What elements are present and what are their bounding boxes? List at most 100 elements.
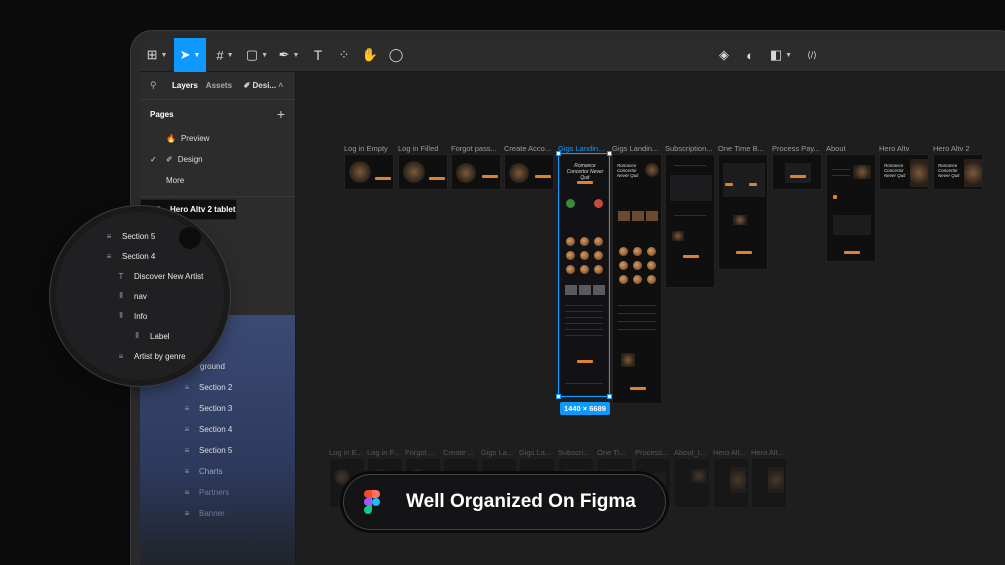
magnified-layer-item[interactable]: T Discover New Artist — [114, 266, 204, 286]
create-component-button[interactable]: ◈ — [712, 38, 736, 72]
layer-item-banner[interactable]: ≡ Banner — [140, 503, 295, 524]
frame-label[interactable]: Forgot pass... — [451, 144, 497, 153]
page-item-design[interactable]: ✓ ✐ Design — [140, 149, 295, 170]
text-icon: T — [118, 271, 124, 281]
layer-item-partners[interactable]: ≡ Partners — [140, 482, 295, 503]
row-thumb — [618, 313, 656, 314]
frame-label[interactable]: Log in E... — [329, 448, 363, 457]
magnified-layer-item[interactable]: ≡ Artist by genre — [114, 346, 186, 366]
page-item-more[interactable]: More — [140, 170, 295, 191]
layer-item-section-5[interactable]: ≡ Section 5 — [140, 440, 295, 461]
frame-thumbnail[interactable] — [718, 154, 768, 270]
frame-label[interactable]: Subscription... — [665, 144, 713, 153]
design-dropdown-label: Desi... — [252, 81, 277, 90]
dev-mode-button[interactable]: ⟨/⟩ — [798, 38, 826, 72]
tab-layers[interactable]: Layers — [172, 81, 198, 90]
frame-thumbnail[interactable] — [674, 458, 710, 508]
magnified-layer-item[interactable]: ≡ Section 4 — [102, 246, 156, 266]
frame-label[interactable]: Gigs La... — [481, 448, 513, 457]
page-item-preview[interactable]: 🔥 Preview — [140, 128, 295, 149]
layer-label: Section 4 — [199, 425, 233, 434]
frame-label[interactable]: Log in F... — [367, 448, 400, 457]
frame-thumbnail[interactable] — [451, 154, 501, 190]
frame-label[interactable]: About — [826, 144, 846, 153]
frame-label[interactable]: One Time B... — [718, 144, 764, 153]
shape-tool-button[interactable]: ▢ ▼ — [242, 38, 272, 72]
section-icon: ≡ — [106, 231, 112, 241]
frame-label[interactable]: Log in Filled — [398, 144, 438, 153]
frame-label[interactable]: Process Pay... — [772, 144, 820, 153]
frame-headline: Romance Concertor Never Quit — [938, 163, 960, 178]
rectangle-icon: ▢ — [245, 47, 259, 62]
frame-label[interactable]: Hero Alt... — [713, 448, 746, 457]
frame-thumbnail[interactable] — [713, 458, 749, 508]
panel-tabs: ⚲ Layers Assets ✐ Desi... ˄ — [140, 72, 295, 100]
frame-label[interactable]: Create Acco... — [504, 144, 551, 153]
frame-label[interactable]: Log in Empty — [344, 144, 388, 153]
frame-label[interactable]: Create ... — [443, 448, 474, 457]
row-thumb — [674, 215, 706, 216]
frame-label[interactable]: Hero Alt... — [751, 448, 784, 457]
frame-thumbnail[interactable] — [504, 154, 554, 190]
hand-tool-button[interactable]: ✋ — [358, 38, 382, 72]
resize-handle[interactable] — [556, 151, 561, 156]
frame-tool-button[interactable]: # ▼ — [210, 38, 240, 72]
avatar-thumb — [633, 261, 642, 270]
button-thumb — [725, 183, 733, 186]
layer-item-section-3[interactable]: ≡ Section 3 — [140, 398, 295, 419]
section-icon: ≡ — [118, 351, 124, 361]
frame-icon: # — [216, 47, 224, 63]
selection-outline[interactable] — [558, 153, 610, 397]
layer-item-charts[interactable]: ≡ Charts — [140, 461, 295, 482]
frame-label[interactable]: Hero Altv — [879, 144, 909, 153]
chevron-down-icon: ▼ — [193, 51, 201, 59]
frame-label[interactable]: One Ti... — [597, 448, 625, 457]
frame-label[interactable]: Subscri... — [558, 448, 589, 457]
frame-thumbnail[interactable] — [665, 154, 715, 288]
button-thumb — [790, 175, 806, 178]
boolean-button[interactable]: ◧ ▼ — [764, 38, 798, 72]
frame-thumbnail[interactable]: Romance Concertor Never Quit — [612, 154, 662, 404]
magnified-layer-item[interactable]: ⫴ nav — [114, 286, 147, 306]
layer-label: Section 2 — [199, 383, 233, 392]
frame-thumbnail[interactable]: Romance Concertor Never Quit — [879, 154, 929, 190]
frame-thumbnail[interactable] — [398, 154, 448, 190]
section-icon: ≡ — [184, 488, 190, 497]
frame-thumbnail[interactable] — [772, 154, 822, 190]
comment-tool-button[interactable]: ◯ — [384, 38, 408, 72]
design-dropdown[interactable]: ✐ Desi... ˄ — [244, 81, 283, 90]
avatar-thumb — [647, 275, 656, 284]
magnified-layer-item[interactable]: ⫴ Label — [130, 326, 169, 346]
frame-thumbnail[interactable] — [751, 458, 787, 508]
tab-assets[interactable]: Assets — [206, 81, 232, 90]
resources-button[interactable]: ⁘ — [332, 38, 356, 72]
add-page-icon[interactable]: + — [277, 106, 285, 122]
layer-label: Discover New Artist — [134, 271, 204, 281]
card-thumb — [632, 211, 644, 221]
figma-logo-part — [372, 490, 380, 498]
layer-item-section-2[interactable]: ≡ Section 2 — [140, 377, 295, 398]
magnified-layer-item[interactable]: ⫴ Info — [114, 306, 147, 326]
layer-item-section-4[interactable]: ≡ Section 4 — [140, 419, 295, 440]
frame-label[interactable]: Process... — [635, 448, 668, 457]
resize-handle[interactable] — [556, 394, 561, 399]
frame-label[interactable]: Hero Altv 2 — [933, 144, 970, 153]
auto-layout-icon: ⫴ — [119, 291, 123, 300]
main-menu-button[interactable]: ⊞ ▼ — [140, 38, 174, 72]
row-thumb — [674, 165, 706, 166]
frame-label[interactable]: Forgot ... — [405, 448, 435, 457]
frame-label[interactable]: Gigs La... — [519, 448, 551, 457]
move-tool-button[interactable]: ➤ ▼ — [174, 38, 206, 72]
frame-thumbnail[interactable] — [344, 154, 394, 190]
frame-thumbnail[interactable]: Romance Concertor Never Quit — [933, 154, 983, 190]
frame-thumbnail[interactable] — [826, 154, 876, 262]
frame-label-selected[interactable]: Gigs Landin... — [558, 144, 604, 153]
frame-label[interactable]: About_t... — [674, 448, 706, 457]
search-icon[interactable]: ⚲ — [150, 80, 164, 91]
check-icon: ✓ — [150, 155, 157, 164]
frame-label[interactable]: Gigs Landin... — [612, 144, 658, 153]
text-tool-button[interactable]: T — [306, 38, 330, 72]
mask-button[interactable]: ◐ — [738, 38, 762, 72]
magnified-layer-item[interactable]: ≡ Section 5 — [102, 226, 156, 246]
pen-tool-button[interactable]: ✒ ▼ — [274, 38, 304, 72]
